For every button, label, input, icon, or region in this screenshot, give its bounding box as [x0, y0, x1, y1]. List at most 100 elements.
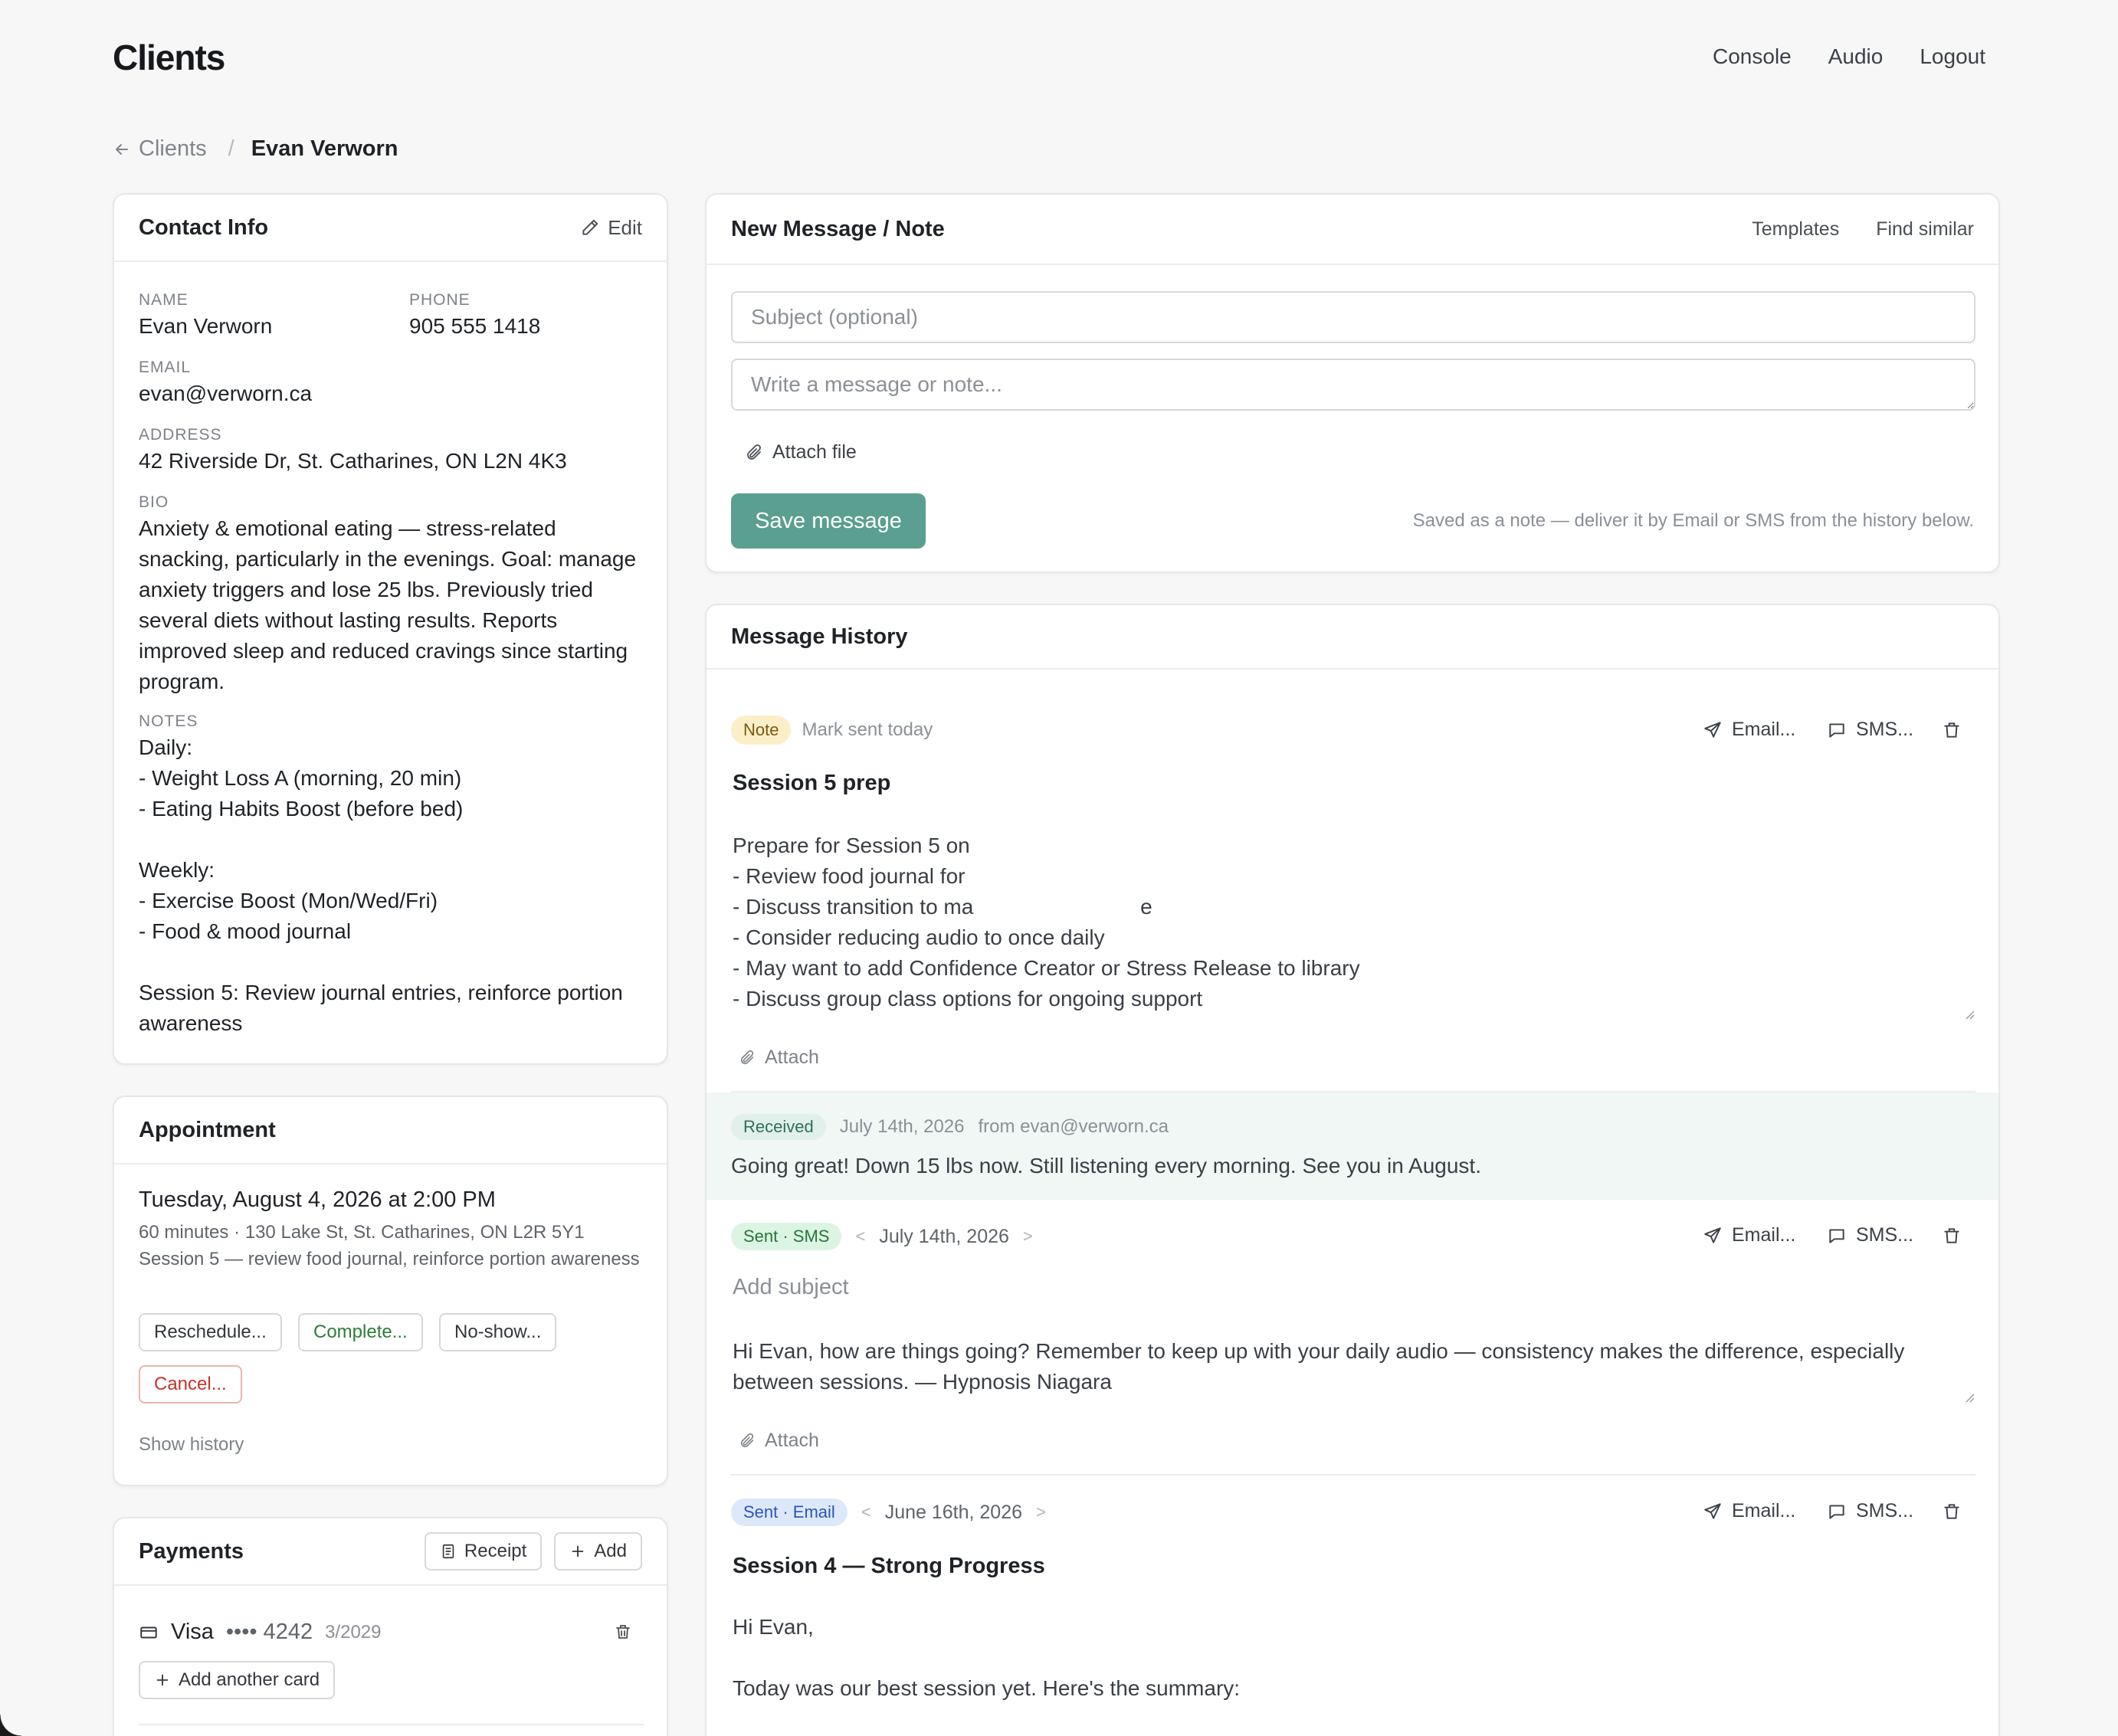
delete-message-icon[interactable]: [1942, 720, 1962, 740]
sms-action-label: SMS...: [1856, 1224, 1914, 1246]
email-date: June 16th, 2026: [884, 1501, 1023, 1523]
attach-label: Attach: [765, 1047, 819, 1068]
resize-handle-icon[interactable]: [1963, 1391, 1975, 1404]
sms-body[interactable]: Hi Evan, how are things going? Remember …: [733, 1336, 1974, 1397]
paperclip-icon: [739, 1433, 756, 1449]
email-subject[interactable]: Session 4 — Strong Progress: [733, 1554, 1045, 1579]
address-label: ADDRESS: [139, 426, 222, 444]
payments-divider: [139, 1724, 644, 1725]
prev-date-button[interactable]: <: [855, 1227, 865, 1246]
card-mask: •••• 4242: [225, 1620, 313, 1644]
sms-send-button[interactable]: SMS...: [1827, 1500, 1913, 1522]
email-action-label: Email...: [1732, 719, 1796, 740]
delete-card-icon[interactable]: [614, 1623, 632, 1641]
sms-send-button[interactable]: SMS...: [1827, 719, 1913, 741]
prev-date-button[interactable]: <: [861, 1502, 871, 1522]
sms-action-label: SMS...: [1856, 719, 1914, 740]
appointment-card: Appointment Tuesday, August 4, 2026 at 2…: [113, 1096, 668, 1486]
arrow-left-icon: [113, 140, 131, 159]
complete-button[interactable]: Complete...: [298, 1313, 423, 1351]
nav-audio-link[interactable]: Audio: [1828, 44, 1884, 69]
email-action-label: Email...: [1732, 1224, 1796, 1246]
templates-button[interactable]: Templates: [1752, 218, 1839, 241]
address-value: 42 Riverside Dr, St. Catharines, ON L2N …: [139, 449, 567, 473]
next-date-button[interactable]: >: [1036, 1502, 1046, 1522]
attach-label: Attach: [765, 1430, 819, 1451]
compose-hint: Saved as a note — deliver it by Email or…: [1412, 510, 1974, 531]
appointment-date: Tuesday, August 4, 2026 at 2:00 PM: [139, 1187, 496, 1212]
top-nav: Console Audio Logout: [1713, 44, 1985, 69]
received-message-row: Received July 14th, 2026 from evan@verwo…: [707, 1092, 1998, 1200]
add-subject-field[interactable]: Add subject: [733, 1275, 849, 1300]
nav-logout-link[interactable]: Logout: [1920, 44, 1985, 69]
phone-value: 905 555 1418: [409, 314, 541, 338]
breadcrumb-back-label: Clients: [139, 136, 207, 161]
received-body: Going great! Down 15 lbs now. Still list…: [731, 1154, 1481, 1178]
contact-info-card: Contact Info Edit NAME Evan Verworn PHON…: [113, 193, 668, 1065]
received-date: July 14th, 2026: [839, 1116, 965, 1137]
name-value: Evan Verworn: [139, 314, 273, 338]
bio-label: BIO: [139, 493, 169, 511]
paperclip-icon: [739, 1050, 756, 1066]
find-similar-button[interactable]: Find similar: [1876, 218, 1974, 241]
receipt-label: Receipt: [464, 1541, 527, 1561]
subject-input[interactable]: [731, 291, 1975, 343]
sent-email-badge: Sent · Email: [731, 1499, 848, 1526]
email-send-button[interactable]: Email...: [1703, 719, 1795, 741]
email-action-label: Email...: [1732, 1500, 1796, 1521]
delete-message-icon[interactable]: [1942, 1226, 1962, 1246]
next-date-button[interactable]: >: [1023, 1227, 1033, 1246]
cancel-appointment-button[interactable]: Cancel...: [139, 1365, 242, 1404]
email-body[interactable]: Hi Evan, Today was our best session yet.…: [733, 1612, 1974, 1704]
bio-value: Anxiety & emotional eating — stress-rela…: [139, 516, 637, 693]
email-send-button[interactable]: Email...: [1703, 1224, 1795, 1246]
app-title: Clients: [113, 38, 225, 77]
receipt-button[interactable]: Receipt: [424, 1532, 543, 1571]
note-badge: Note: [731, 716, 792, 745]
message-divider: [731, 1474, 1975, 1476]
appointment-title: Appointment: [139, 1117, 276, 1142]
plus-icon: [154, 1672, 171, 1689]
appointment-meta: 60 minutes · 130 Lake St, St. Catharines…: [139, 1222, 585, 1243]
attach-button[interactable]: Attach: [739, 1430, 819, 1452]
edit-contact-button[interactable]: Edit: [580, 216, 642, 240]
add-another-card-button[interactable]: Add another card: [139, 1661, 336, 1699]
breadcrumb-separator: /: [228, 136, 234, 161]
add-payment-button[interactable]: Add: [554, 1532, 642, 1571]
sent-sms-badge: Sent · SMS: [731, 1223, 842, 1250]
save-message-button[interactable]: Save message: [731, 493, 926, 549]
window-corner: [0, 1715, 21, 1736]
contact-info-title: Contact Info: [139, 215, 269, 240]
notes-label: NOTES: [139, 712, 198, 730]
message-history-title: Message History: [731, 624, 908, 649]
phone-label: PHONE: [409, 291, 470, 309]
chat-bubble-icon: [1827, 1226, 1847, 1246]
attach-button[interactable]: Attach: [739, 1047, 819, 1069]
card-expiry: 3/2029: [325, 1621, 382, 1643]
receipt-icon: [440, 1543, 457, 1560]
no-show-button[interactable]: No-show...: [439, 1313, 557, 1351]
message-body[interactable]: Prepare for Session 5 on - Review food j…: [733, 830, 1974, 1014]
sms-send-button[interactable]: SMS...: [1827, 1224, 1913, 1246]
payments-card: Payments Receipt Add Visa •••• 4242 3/20…: [113, 1517, 668, 1736]
email-value: evan@verworn.ca: [139, 382, 313, 405]
chat-bubble-icon: [1827, 720, 1847, 740]
payments-title: Payments: [139, 1538, 244, 1564]
card-brand: Visa: [171, 1620, 214, 1644]
nav-console-link[interactable]: Console: [1713, 44, 1792, 69]
email-message-meta-row: Sent · Email < June 16th, 2026 >: [731, 1499, 1046, 1526]
send-icon: [1703, 1226, 1723, 1246]
message-textarea[interactable]: [731, 359, 1975, 411]
attach-file-button[interactable]: Attach file: [745, 441, 857, 463]
breadcrumb: Clients / Evan Verworn: [113, 136, 398, 162]
resize-handle-icon[interactable]: [1963, 1008, 1975, 1020]
send-icon: [1703, 1502, 1723, 1521]
message-subject[interactable]: Session 5 prep: [733, 771, 890, 796]
breadcrumb-back-link[interactable]: Clients: [113, 136, 207, 162]
email-send-button[interactable]: Email...: [1703, 1500, 1795, 1522]
sms-message-meta-row: Sent · SMS < July 14th, 2026 >: [731, 1223, 1033, 1250]
show-history-link[interactable]: Show history: [139, 1434, 244, 1456]
delete-message-icon[interactable]: [1942, 1502, 1962, 1521]
mark-sent-today-link[interactable]: Mark sent today: [802, 719, 933, 741]
reschedule-button[interactable]: Reschedule...: [139, 1313, 282, 1351]
